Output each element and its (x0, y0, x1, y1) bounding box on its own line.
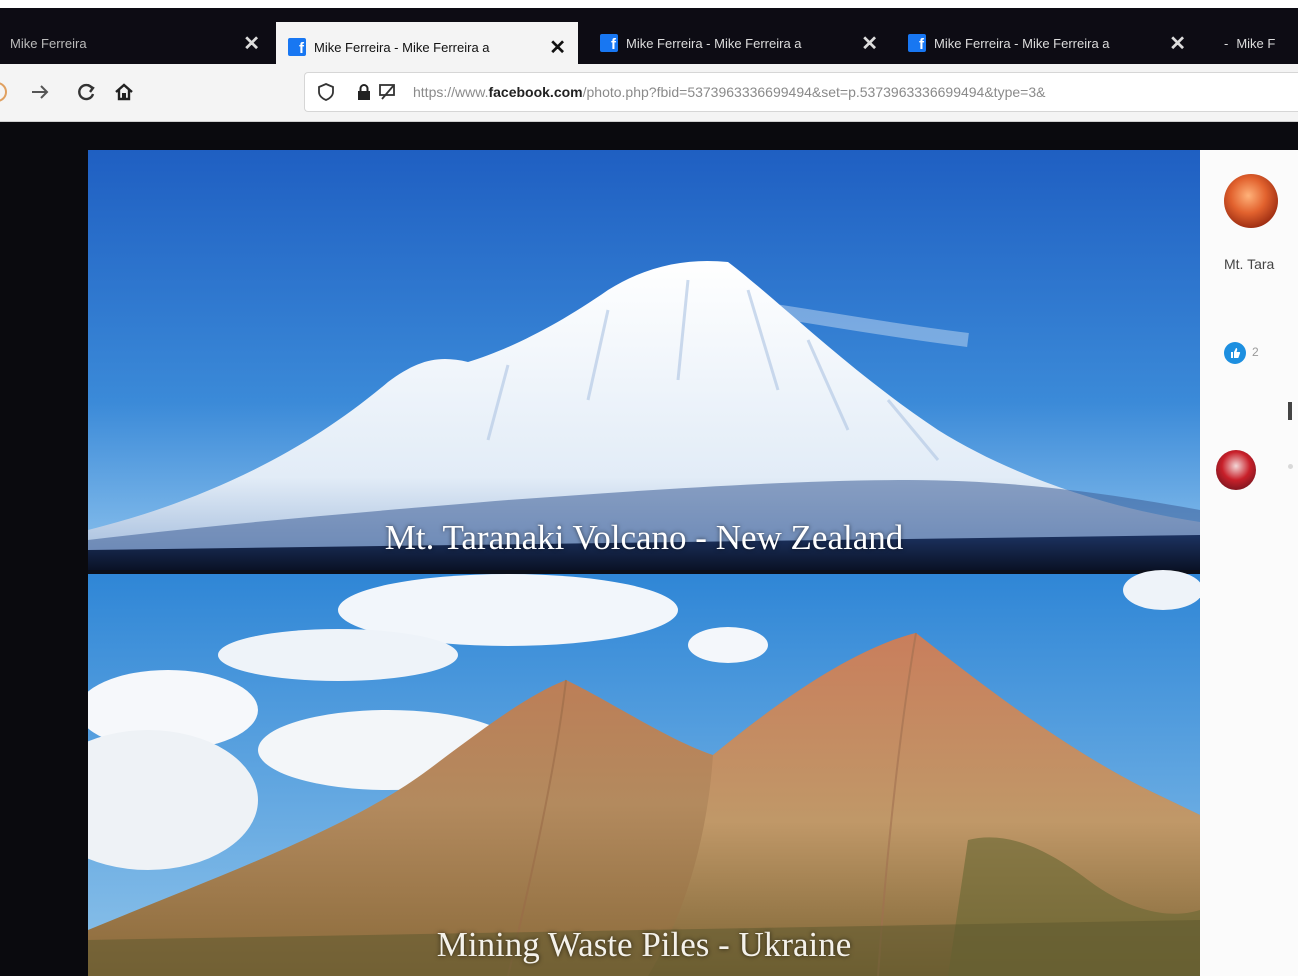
home-icon (115, 83, 133, 101)
url-bar[interactable]: https://www.facebook.com/photo.php?fbid=… (304, 72, 1298, 112)
post-text: Mt. Tara (1224, 256, 1275, 272)
url-text[interactable]: https://www.facebook.com/photo.php?fbid=… (413, 84, 1045, 100)
like-icon[interactable] (1224, 342, 1246, 364)
tab-5[interactable]: - Mike F (1220, 22, 1298, 64)
facebook-icon: f (600, 34, 618, 52)
avatar[interactable] (1216, 450, 1256, 490)
facebook-icon: f (288, 38, 306, 56)
close-icon[interactable]: ✕ (243, 31, 260, 56)
tab-label: Mike Ferreira (10, 35, 87, 51)
avatar[interactable] (1224, 174, 1278, 228)
tab-3[interactable]: f Mike Ferreira - Mike Ferreira a ✕ (590, 22, 888, 64)
tab-label: Mike F (1236, 35, 1276, 51)
tab-label: Mike Ferreira - Mike Ferreira a (314, 39, 490, 55)
tab-strip: Mike Ferreira ✕ f Mike Ferreira - Mike F… (0, 0, 1298, 72)
sidebar-dot (1288, 464, 1293, 469)
forward-icon (32, 85, 49, 99)
lock-icon[interactable] (353, 81, 375, 103)
close-icon[interactable]: ✕ (549, 35, 566, 60)
post-sidebar: Mt. Tara 2 (1200, 150, 1298, 976)
close-icon[interactable]: ✕ (1169, 31, 1186, 56)
viewer-background (0, 122, 88, 976)
tab-1[interactable]: Mike Ferreira ✕ (0, 22, 270, 64)
forward-button[interactable] (24, 76, 56, 108)
permissions-icon[interactable] (377, 81, 399, 103)
reload-button[interactable] (70, 76, 102, 108)
reaction-count[interactable]: 2 (1252, 345, 1259, 359)
photo-image (88, 150, 1200, 976)
facebook-icon: f (908, 34, 926, 52)
viewer-background (88, 122, 1200, 150)
close-icon[interactable]: ✕ (861, 31, 878, 56)
photo[interactable]: Mt. Taranaki Volcano - New Zealand Minin… (88, 150, 1200, 976)
tab-label: Mike Ferreira - Mike Ferreira a (626, 35, 802, 51)
photo-caption: Mining Waste Piles - Ukraine (436, 925, 852, 964)
browser-toolbar: https://www.facebook.com/photo.php?fbid=… (0, 64, 1298, 122)
back-icon (0, 82, 7, 102)
home-button[interactable] (108, 76, 140, 108)
sidebar-divider (1288, 402, 1292, 420)
shield-icon[interactable] (315, 81, 337, 103)
tab-label: Mike Ferreira - Mike Ferreira a (934, 35, 1110, 51)
tab-4[interactable]: f Mike Ferreira - Mike Ferreira a ✕ (898, 22, 1196, 64)
photo-caption: Mt. Taranaki Volcano - New Zealand (384, 518, 904, 557)
back-button[interactable] (0, 76, 18, 108)
reload-icon (78, 83, 95, 101)
